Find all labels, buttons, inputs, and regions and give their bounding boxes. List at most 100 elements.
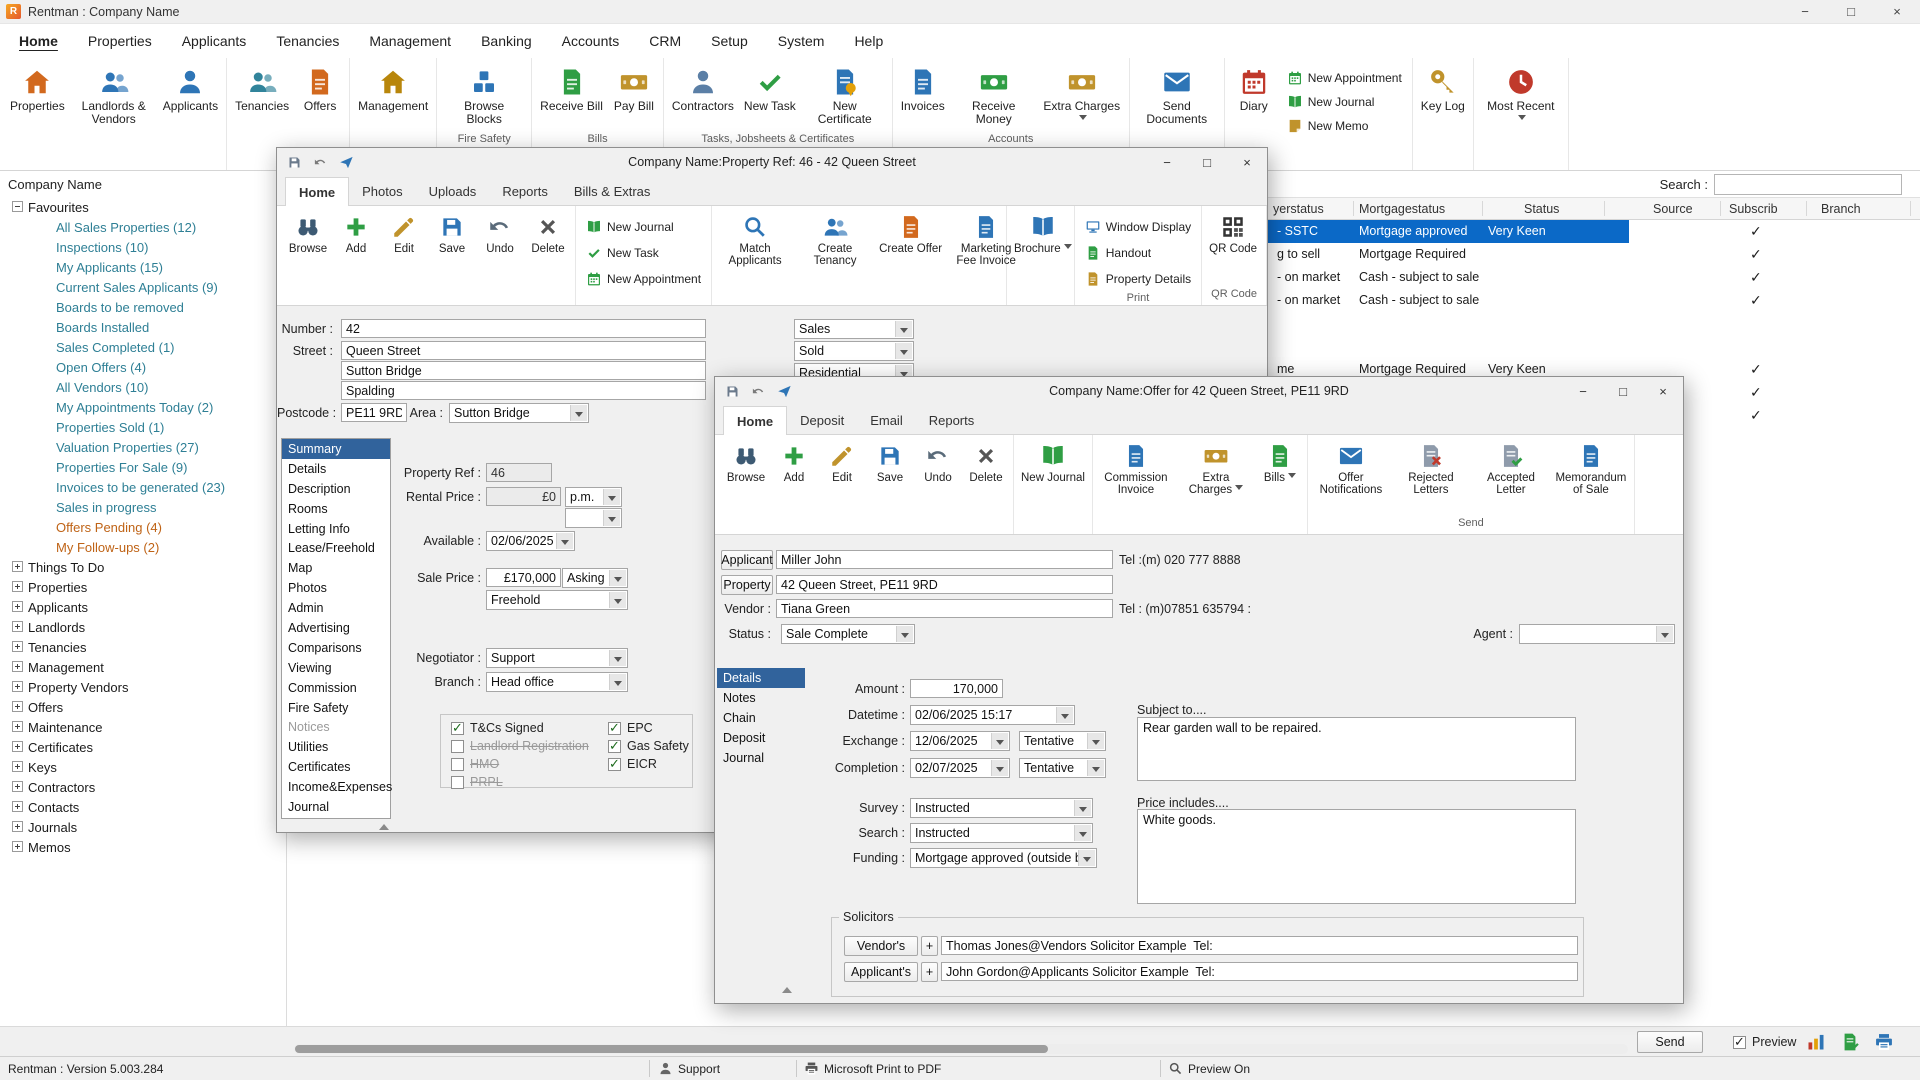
section-list-item[interactable]: Map [282, 558, 390, 578]
property-button[interactable]: Property [721, 575, 773, 595]
ribbon-button[interactable]: Window Display [1078, 214, 1198, 240]
qat-send-icon[interactable] [339, 155, 354, 170]
ribbon-button[interactable]: Browse [284, 210, 332, 255]
tree-expand-icon[interactable] [12, 641, 23, 652]
menu-item[interactable]: Tenancies [261, 24, 354, 58]
ribbon-button[interactable]: Match Applicants [715, 210, 795, 267]
subscribe-checkbox[interactable] [1750, 292, 1765, 307]
ribbon-button[interactable]: Tenancies [230, 62, 294, 113]
market-select[interactable]: Sales [794, 319, 914, 339]
compliance-checkbox[interactable]: T&Cs Signed [451, 721, 589, 735]
tenure-select[interactable]: Freehold [486, 590, 628, 610]
sidebar-root-label[interactable]: Company Name [0, 171, 286, 197]
tree-expand-icon[interactable] [12, 761, 23, 772]
maximize-button[interactable]: □ [1603, 377, 1643, 405]
dialog-tab[interactable]: Photos [349, 177, 415, 206]
compliance-checkbox[interactable]: EICR [608, 757, 689, 771]
subscribe-checkbox[interactable] [1750, 269, 1765, 284]
menu-item[interactable]: Setup [696, 24, 763, 58]
status-select[interactable]: Sale Complete [781, 624, 915, 644]
scroll-up-icon[interactable] [376, 820, 391, 833]
dialog-tab[interactable]: Bills & Extras [561, 177, 664, 206]
send-button[interactable]: Send [1637, 1031, 1703, 1053]
section-list-item[interactable]: Lease/Freehold [282, 538, 390, 558]
ribbon-button[interactable]: Management [353, 62, 433, 113]
ribbon-button[interactable]: New Appointment [1280, 66, 1409, 90]
subscribe-checkbox[interactable] [1750, 384, 1765, 399]
sidebar-item[interactable]: Landlords [0, 617, 286, 637]
ribbon-button[interactable]: Rejected Letters [1391, 439, 1471, 496]
section-list-item[interactable]: Advertising [282, 618, 390, 638]
column-header[interactable]: Subscrib [1729, 202, 1778, 216]
tree-expand-icon[interactable] [12, 841, 23, 852]
ribbon-button[interactable]: Applicants [158, 62, 223, 113]
ribbon-button[interactable]: Send Documents [1133, 62, 1221, 126]
ribbon-button[interactable]: Add [332, 210, 380, 255]
ribbon-button[interactable]: QR Code [1205, 210, 1261, 255]
tree-expand-icon[interactable] [12, 661, 23, 672]
section-list-item[interactable]: Admin [282, 598, 390, 618]
sidebar-item[interactable]: My Follow-ups (2) [0, 537, 286, 557]
exchange-date-select[interactable]: 12/06/2025 [910, 731, 1010, 751]
tree-expand-icon[interactable] [12, 201, 23, 212]
column-header[interactable]: Source [1653, 202, 1693, 216]
chart-icon[interactable] [1806, 1032, 1826, 1052]
tree-expand-icon[interactable] [12, 621, 23, 632]
ribbon-button[interactable]: Diary [1228, 62, 1280, 113]
column-header[interactable]: Mortgagestatus [1359, 202, 1445, 216]
vendor-field[interactable] [776, 599, 1113, 618]
tree-expand-icon[interactable] [12, 781, 23, 792]
sidebar-item[interactable]: Inspections (10) [0, 237, 286, 257]
maximize-button[interactable]: □ [1828, 0, 1874, 24]
section-list-item[interactable]: Letting Info [282, 519, 390, 539]
sidebar-item[interactable]: Properties [0, 577, 286, 597]
ribbon-button[interactable]: Bills [1256, 439, 1304, 484]
menu-item[interactable]: CRM [634, 24, 696, 58]
sidebar-item[interactable]: Certificates [0, 737, 286, 757]
ribbon-button[interactable]: New Task [739, 62, 801, 113]
compliance-checkbox[interactable]: PRPL [451, 775, 589, 789]
sidebar-item[interactable]: Offers [0, 697, 286, 717]
ribbon-button[interactable]: Edit [380, 210, 428, 255]
menu-item[interactable]: Banking [466, 24, 547, 58]
ribbon-button[interactable]: New Journal [1017, 439, 1089, 484]
sidebar-item[interactable]: Sales Completed (1) [0, 337, 286, 357]
compliance-checkbox[interactable]: HMO [451, 757, 589, 771]
survey-select[interactable]: Instructed [910, 798, 1093, 818]
dialog-tab[interactable]: Home [723, 406, 787, 435]
preview-on-label[interactable]: Preview On [1188, 1062, 1250, 1076]
price-includes-textarea[interactable]: White goods. [1137, 809, 1576, 904]
tree-expand-icon[interactable] [12, 581, 23, 592]
sidebar-item[interactable]: Contractors [0, 777, 286, 797]
sidebar-item[interactable]: All Sales Properties (12) [0, 217, 286, 237]
section-list-item[interactable]: Details [717, 668, 805, 688]
qat-save-icon[interactable] [287, 155, 302, 170]
ribbon-button[interactable]: Receive Money [950, 62, 1038, 126]
minimize-button[interactable]: − [1563, 377, 1603, 405]
close-button[interactable]: × [1874, 0, 1920, 24]
sale-status-select[interactable]: Sold [794, 341, 914, 361]
sidebar-item[interactable]: Journals [0, 817, 286, 837]
ribbon-button[interactable]: Offer Notifications [1311, 439, 1391, 496]
available-date-select[interactable]: 02/06/2025 [486, 531, 575, 551]
minimize-button[interactable]: − [1147, 148, 1187, 176]
sidebar-item[interactable]: Sales in progress [0, 497, 286, 517]
section-list-item[interactable]: Chain [717, 708, 805, 728]
ribbon-button[interactable]: Handout [1078, 240, 1198, 266]
sidebar-item[interactable]: My Applicants (15) [0, 257, 286, 277]
ribbon-button[interactable]: Accepted Letter [1471, 439, 1551, 496]
section-list-item[interactable]: Journal [717, 748, 805, 768]
ribbon-button[interactable]: Browse [722, 439, 770, 484]
street-field-3[interactable] [341, 381, 706, 400]
section-list-item[interactable]: Deposit [717, 728, 805, 748]
subscribe-checkbox[interactable] [1750, 246, 1765, 261]
datetime-select[interactable]: 02/06/2025 15:17 [910, 705, 1075, 725]
preview-on-icon[interactable] [1168, 1061, 1183, 1076]
menu-item[interactable]: Help [839, 24, 898, 58]
ribbon-button[interactable]: New Certificate [801, 62, 889, 126]
ribbon-button[interactable]: Brochure [1010, 210, 1076, 255]
section-list-item[interactable]: Notes [717, 688, 805, 708]
section-list-item[interactable]: Income&Expenses [282, 777, 390, 797]
section-list-item[interactable]: Description [282, 479, 390, 499]
menu-item[interactable]: Properties [73, 24, 167, 58]
